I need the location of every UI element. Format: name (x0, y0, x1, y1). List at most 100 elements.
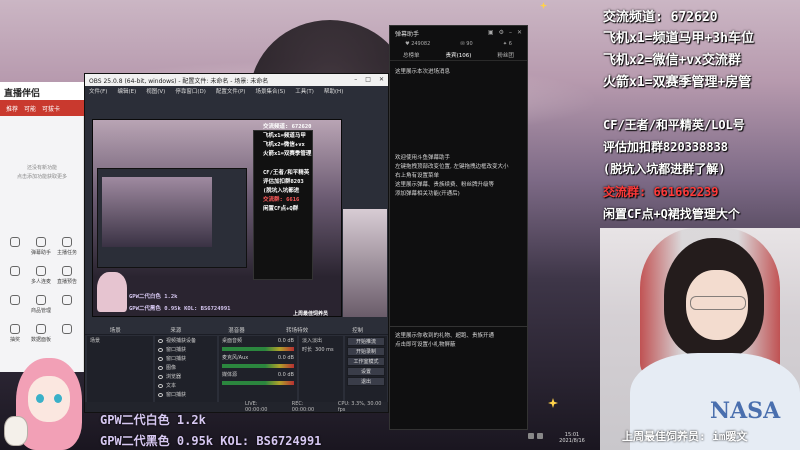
volume-meter[interactable] (222, 347, 294, 351)
menu-help[interactable]: 帮助(H) (324, 87, 343, 95)
volume-icon[interactable] (537, 433, 543, 439)
source-item[interactable]: 图像 (155, 363, 217, 372)
cpu-fps: CPU: 3.3%, 30.00 fps (337, 401, 382, 413)
tab-cards[interactable]: 可拔卡 (42, 104, 60, 113)
gift-stat: ✦ 6 (502, 41, 512, 47)
overlay-eval: 评估加扣群820338838 (603, 140, 729, 154)
source-item[interactable]: 文本 (155, 381, 217, 390)
lottery-icon (10, 324, 20, 334)
mic-icon (36, 266, 46, 276)
settings-button[interactable]: 设置 (347, 367, 385, 376)
eye-icon[interactable] (158, 338, 163, 343)
feature-chart[interactable] (54, 295, 80, 314)
eye-icon[interactable] (158, 356, 163, 361)
feature-mic[interactable]: 多人连麦 (28, 266, 54, 285)
overlay-plane2: 飞机x2=微信+vx交流群 (603, 53, 741, 68)
volume-meter[interactable] (222, 381, 294, 385)
tab-recommend[interactable]: 推荐 (6, 104, 18, 113)
assistant-feature-grid: 弹幕助手 主播任务 多人连麦 直播预告 商品管理 抽奖 数据面板 (2, 237, 82, 343)
danmaku-divider[interactable] (390, 326, 527, 327)
tab-fans[interactable]: 粉丝团 (497, 51, 514, 59)
overlay-plane1: 飞机x1=频道马甲+3h车位 (603, 31, 754, 46)
menu-docks[interactable]: 停靠窗口(D) (175, 87, 206, 95)
feature-data[interactable]: 数据面板 (28, 324, 54, 343)
obs-title-bar[interactable]: OBS 25.0.8 (64-bit, windows) - 配置文件: 未命名… (85, 74, 388, 86)
tab-vip[interactable]: 贵宾(106) (446, 51, 472, 59)
exit-button[interactable]: 退出 (347, 377, 385, 386)
overlay-rocket: 火箭x1=双赛季管理+房管 (603, 75, 752, 90)
live-assistant-panel: 直播伴侣 推荐 可能 可拔卡 还没有新功能 点击添加功能获取更多 弹幕助手 主播… (0, 82, 84, 372)
start-recording-button[interactable]: 开始录制 (347, 347, 385, 356)
volume-meter[interactable] (222, 364, 294, 368)
system-tray (528, 433, 543, 439)
task-icon (62, 237, 72, 247)
gift-icon: ✦ (502, 41, 508, 47)
tab-possible[interactable]: 可能 (24, 104, 36, 113)
settings-icon[interactable]: ⚙ (499, 29, 504, 36)
start-streaming-button[interactable]: 开始推流 (347, 337, 385, 346)
assistant-tabs: 推荐 可能 可拔卡 (0, 100, 84, 116)
close-icon[interactable]: ✕ (379, 76, 384, 84)
minimize-icon[interactable]: – (354, 76, 357, 84)
source-item[interactable]: 窗口捕获 (155, 354, 217, 363)
network-icon[interactable] (528, 433, 534, 439)
source-item[interactable]: 视频捕获设备 (155, 336, 217, 345)
lock-icon[interactable]: ▣ (488, 29, 494, 36)
chat-stat: ✉ 90 (460, 41, 473, 47)
menu-tools[interactable]: 工具(T) (295, 87, 314, 95)
scene-item[interactable]: 场景 (87, 336, 153, 345)
transition-panel: 淡入淡出 时长 300 ms (299, 336, 343, 406)
eye-icon[interactable] (158, 392, 163, 397)
menu-profile[interactable]: 配置文件(P) (216, 87, 246, 95)
feature-preview[interactable]: 直播预告 (54, 266, 80, 285)
tab-ranking[interactable]: 总榜单 (403, 51, 420, 59)
eye-icon[interactable] (158, 374, 163, 379)
calendar-icon (62, 266, 72, 276)
feature-star[interactable] (2, 295, 28, 314)
dock-transition-header: 转场特效 (266, 326, 328, 335)
source-item[interactable]: 窗口捕获 (155, 345, 217, 354)
feature-danmaku[interactable]: 弹幕助手 (28, 237, 54, 256)
chat-icon (36, 237, 46, 247)
menu-file[interactable]: 文件(F) (89, 87, 107, 95)
overlay-games: CF/王者/和平精英/LOL号 (603, 118, 745, 132)
menu-view[interactable]: 视图(V) (146, 87, 165, 95)
overlay-price-black: GPW二代黑色 0.95k KOL: BS6724991 (100, 434, 322, 448)
heart-icon: ♥ (405, 41, 410, 47)
feature-task[interactable]: 主播任务 (54, 237, 80, 256)
eye-icon[interactable] (158, 347, 163, 352)
assistant-logo: 直播伴侣 (0, 82, 84, 100)
cat-avatar (4, 416, 28, 446)
minimize-icon[interactable]: – (509, 29, 512, 36)
box-icon (36, 295, 46, 305)
overlay-channel: 交流频道: 672620 (603, 10, 718, 25)
star-icon (10, 295, 20, 305)
danmaku-title-bar[interactable]: 弹幕助手 ▣ ⚙ – ✕ (390, 26, 527, 38)
menu-edit[interactable]: 编辑(E) (117, 87, 136, 95)
heat-stat: ♥ 249082 (405, 41, 431, 47)
overlay-idle: 闲置CF点+Q裙找管理大个 (603, 207, 740, 221)
obs-preview-webcam (343, 209, 387, 317)
sources-list: 视频捕获设备 窗口捕获 窗口捕获 图像 浏览器 文本 窗口捕获 (155, 336, 217, 406)
feature-gift[interactable] (2, 266, 28, 285)
dock-controls-header: 控制 (327, 326, 388, 335)
eye-icon[interactable] (158, 383, 163, 388)
feature-goods[interactable]: 商品管理 (28, 295, 54, 314)
eye-icon[interactable] (158, 365, 163, 370)
feature-lottery[interactable]: 抽奖 (2, 324, 28, 343)
obs-preview-canvas[interactable]: 交流频道: 672620 飞机x1=频道马甲 飞机x2=微信+vx 火箭x1=双… (92, 119, 342, 317)
preview-anime-avatar (97, 272, 127, 312)
maximize-icon[interactable]: □ (365, 76, 371, 84)
taskbar-clock[interactable]: 15:01 2021/8/16 (546, 432, 598, 444)
transition-select[interactable]: 淡入淡出 (299, 336, 343, 345)
close-icon[interactable]: ✕ (517, 29, 522, 36)
duration-input[interactable]: 300 ms (315, 347, 334, 353)
source-item[interactable]: 窗口捕获 (155, 390, 217, 399)
studio-mode-button[interactable]: 工作室模式 (347, 357, 385, 366)
dock-mixer-header: 混音器 (206, 326, 267, 335)
live-timer: LIVE: 00:00:00 (245, 401, 268, 413)
feature-user[interactable] (2, 237, 28, 256)
menu-scene-collection[interactable]: 场景集合(S) (255, 87, 285, 95)
source-item[interactable]: 浏览器 (155, 372, 217, 381)
feature-more[interactable] (54, 324, 80, 343)
